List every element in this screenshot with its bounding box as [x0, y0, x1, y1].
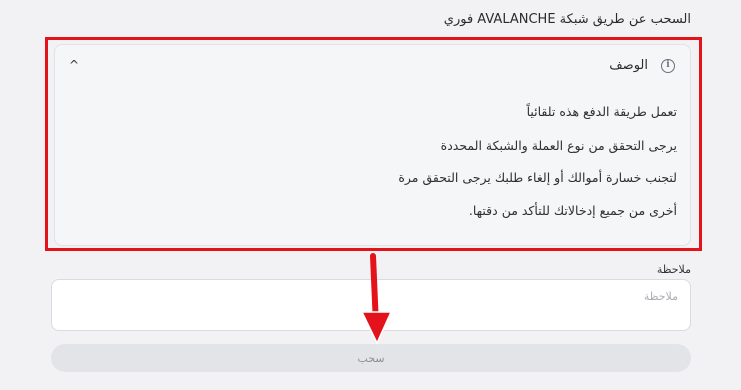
- withdraw-button[interactable]: سحب: [51, 344, 691, 372]
- note-label: ملاحظة: [656, 263, 691, 276]
- highlight-box: [45, 37, 702, 251]
- note-field[interactable]: [51, 279, 691, 331]
- page-title: السحب عن طريق شبكة AVALANCHE فوري: [443, 12, 691, 27]
